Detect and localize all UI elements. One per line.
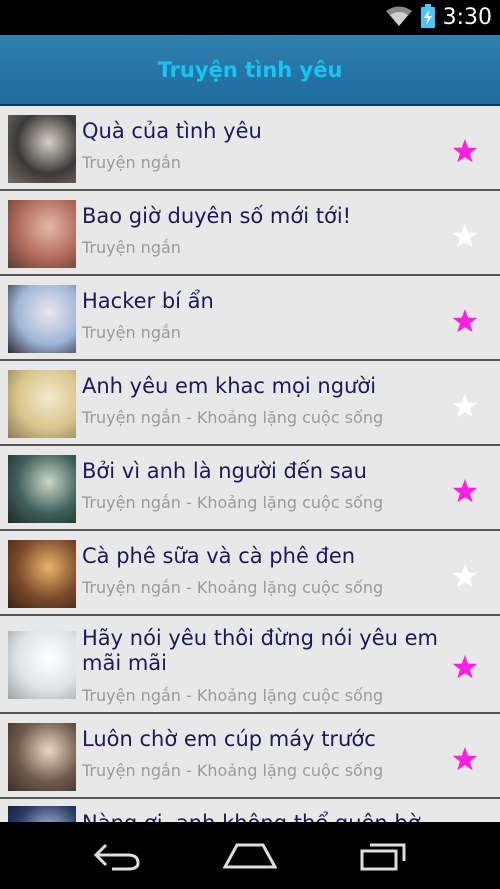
story-thumbnail	[8, 631, 76, 699]
story-list-item[interactable]: Bởi vì anh là người đến sau Truyện ngắn -…	[0, 446, 500, 531]
status-icons: 3:30	[385, 0, 492, 35]
story-title: Quà của tình yêu	[82, 119, 262, 143]
home-icon	[222, 843, 277, 868]
home-button[interactable]	[220, 836, 280, 876]
action-bar: Truyện tình yêu	[0, 35, 500, 106]
story-list-item[interactable]: Cà phê sữa và cà phê đen Truyện ngắn - Kh…	[0, 531, 500, 616]
story-list-item[interactable]: Quà của tình yêu Truyện ngắn	[0, 106, 500, 191]
story-title: Luôn chờ em cúp máy trước	[82, 727, 376, 751]
page-title: Truyện tình yêu	[157, 57, 343, 82]
story-title: Hacker bí ẩn	[82, 289, 214, 313]
story-thumbnail	[8, 540, 76, 608]
story-thumbnail	[8, 285, 76, 353]
story-thumbnail	[8, 723, 76, 791]
story-title: Cà phê sữa và cà phê đen	[82, 544, 356, 568]
story-title: Bao giờ duyên số mới tới!	[82, 204, 352, 228]
story-list[interactable]: Quà của tình yêu Truyện ngắn Bao giờ duyên…	[0, 106, 500, 822]
story-category: Truyện ngắn - Khoảng lặng cuộc sống	[82, 578, 384, 597]
wifi-icon	[385, 5, 413, 31]
favorite-star-filled-icon[interactable]	[452, 138, 478, 164]
story-category: Truyện ngắn	[82, 153, 181, 172]
story-title: Hãy nói yêu thôi đừng nói yêu em mãi mãi	[82, 626, 438, 675]
story-thumbnail	[8, 455, 76, 523]
story-title: Bởi vì anh là người đến sau	[82, 459, 367, 483]
story-thumbnail	[8, 806, 76, 822]
back-button[interactable]	[87, 836, 147, 876]
story-thumbnail	[8, 200, 76, 268]
favorite-star-empty-icon[interactable]	[452, 223, 478, 249]
story-category: Truyện ngắn - Khoảng lặng cuộc sống	[82, 408, 384, 427]
back-icon	[93, 843, 140, 870]
clock: 3:30	[442, 5, 492, 30]
story-category: Truyện ngắn - Khoảng lặng cuộc sống	[82, 761, 384, 780]
story-title: Anh yêu em khac mọi người	[82, 374, 377, 398]
story-thumbnail	[8, 115, 76, 183]
recent-apps-icon	[360, 843, 406, 870]
favorite-star-filled-icon[interactable]	[452, 478, 478, 504]
story-list-item[interactable]: Bao giờ duyên số mới tới! Truyện ngắn	[0, 191, 500, 276]
story-title: Nàng ơi, anh không thể quên bờ vai đó	[82, 811, 452, 822]
story-thumbnail	[8, 370, 76, 438]
battery-charging-icon	[420, 3, 435, 32]
story-list-item[interactable]: Luôn chờ em cúp máy trước Truyện ngắn - K…	[0, 714, 500, 799]
recent-apps-button[interactable]	[353, 836, 413, 876]
favorite-star-filled-icon[interactable]	[452, 308, 478, 334]
favorite-star-empty-icon[interactable]	[452, 563, 478, 589]
favorite-star-filled-icon[interactable]	[452, 654, 478, 680]
story-list-item[interactable]: Hãy nói yêu thôi đừng nói yêu em mãi mãi…	[0, 616, 500, 714]
story-list-item[interactable]: Nàng ơi, anh không thể quên bờ vai đó	[0, 799, 500, 822]
story-category: Truyện ngắn	[82, 238, 181, 257]
favorite-star-empty-icon[interactable]	[452, 393, 478, 419]
favorite-star-filled-icon[interactable]	[452, 746, 478, 772]
story-category: Truyện ngắn - Khoảng lặng cuộc sống	[82, 686, 384, 705]
story-list-item[interactable]: Anh yêu em khac mọi người Truyện ngắn - K…	[0, 361, 500, 446]
status-bar: 3:30	[0, 0, 500, 35]
navigation-bar	[0, 822, 500, 889]
story-category: Truyện ngắn - Khoảng lặng cuộc sống	[82, 493, 384, 512]
story-category: Truyện ngắn	[82, 323, 181, 342]
story-list-item[interactable]: Hacker bí ẩn Truyện ngắn	[0, 276, 500, 361]
